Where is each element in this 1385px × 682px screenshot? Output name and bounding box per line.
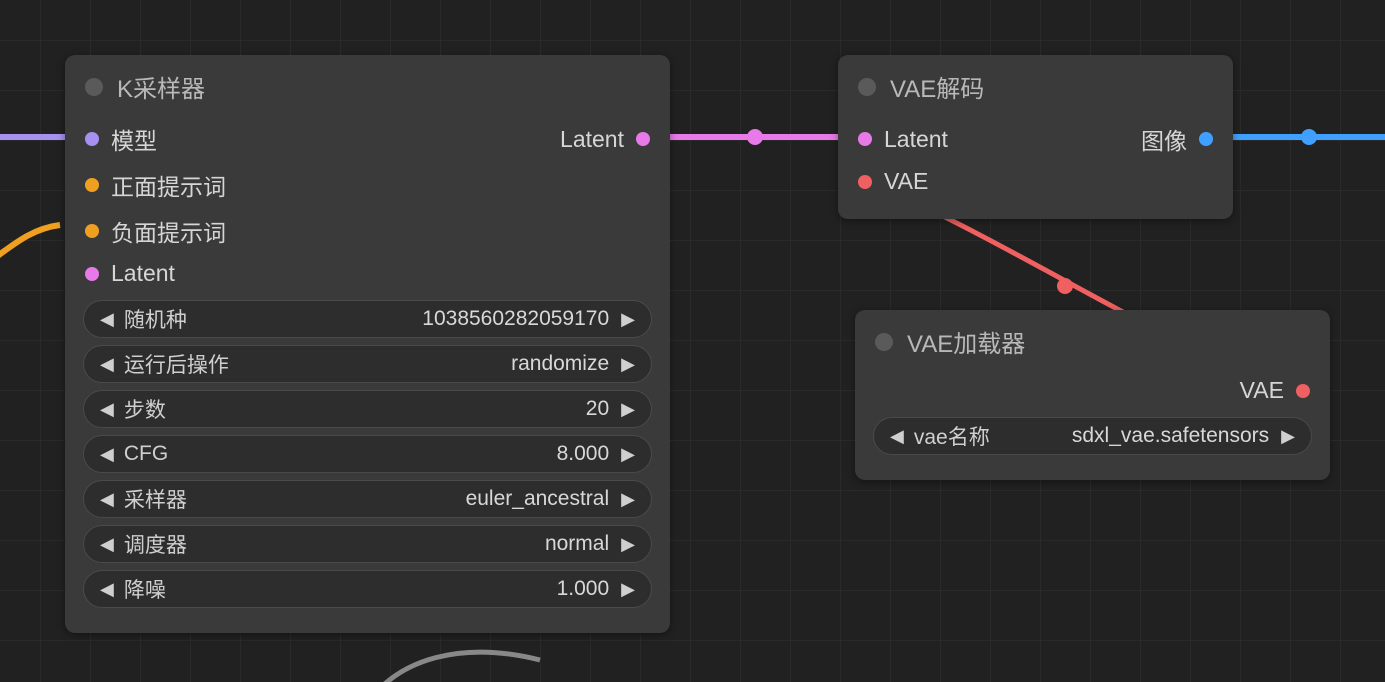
arrow-right-icon[interactable]: ▶ <box>615 534 641 555</box>
arrow-left-icon[interactable]: ◀ <box>884 426 910 447</box>
status-dot-icon <box>85 78 103 96</box>
output-label-vae: VAE <box>1240 377 1284 404</box>
arrow-left-icon[interactable]: ◀ <box>94 579 120 600</box>
input-label-vae: VAE <box>884 168 928 195</box>
status-dot-icon <box>858 78 876 96</box>
arrow-right-icon[interactable]: ▶ <box>615 309 641 330</box>
widget-label: 调度器 <box>124 529 187 559</box>
node-header[interactable]: VAE加载器 <box>855 310 1330 367</box>
widget-value[interactable]: 20 <box>166 397 609 421</box>
arrow-right-icon[interactable]: ▶ <box>1275 426 1301 447</box>
node-title: VAE加载器 <box>907 324 1025 359</box>
port-in-latent[interactable] <box>858 132 872 146</box>
arrow-left-icon[interactable]: ◀ <box>94 489 120 510</box>
arrow-left-icon[interactable]: ◀ <box>94 444 120 465</box>
arrow-left-icon[interactable]: ◀ <box>94 354 120 375</box>
output-label-latent: Latent <box>560 126 624 153</box>
widget-denoise[interactable]: ◀ 降噪 1.000 ▶ <box>83 570 652 608</box>
wire-dot-latent <box>747 129 763 145</box>
arrow-left-icon[interactable]: ◀ <box>94 309 120 330</box>
widget-sampler[interactable]: ◀ 采样器 euler_ancestral ▶ <box>83 480 652 518</box>
port-in-vae[interactable] <box>858 175 872 189</box>
widget-value[interactable]: sdxl_vae.safetensors <box>990 424 1269 448</box>
arrow-right-icon[interactable]: ▶ <box>615 444 641 465</box>
widget-label: 降噪 <box>124 574 166 604</box>
input-label-latent: Latent <box>111 260 175 287</box>
widget-label: vae名称 <box>914 421 990 451</box>
wire-dot-image <box>1301 129 1317 145</box>
widget-label: 步数 <box>124 394 166 424</box>
input-label-latent: Latent <box>884 126 948 153</box>
arrow-right-icon[interactable]: ▶ <box>615 489 641 510</box>
arrow-right-icon[interactable]: ▶ <box>615 399 641 420</box>
node-ksampler[interactable]: K采样器 模型 Latent 正面提示词 负面提示词 <box>65 55 670 633</box>
widget-value[interactable]: 1038560282059170 <box>187 307 609 331</box>
wire-dot-vae <box>1057 278 1073 294</box>
widget-label: CFG <box>124 442 168 466</box>
arrow-left-icon[interactable]: ◀ <box>94 534 120 555</box>
widget-label: 随机种 <box>124 304 187 334</box>
input-label-positive: 正面提示词 <box>111 168 226 202</box>
port-out-image[interactable] <box>1199 132 1213 146</box>
port-out-vae[interactable] <box>1296 384 1310 398</box>
node-vaeloader[interactable]: VAE加载器 VAE ◀ vae名称 sdxl_vae.safetensors … <box>855 310 1330 480</box>
widget-cfg[interactable]: ◀ CFG 8.000 ▶ <box>83 435 652 473</box>
widget-label: 采样器 <box>124 484 187 514</box>
input-label-model: 模型 <box>111 122 157 156</box>
port-in-latent[interactable] <box>85 267 99 281</box>
widget-vae-name[interactable]: ◀ vae名称 sdxl_vae.safetensors ▶ <box>873 417 1312 455</box>
widget-value[interactable]: 8.000 <box>168 442 609 466</box>
node-title: VAE解码 <box>890 69 984 104</box>
port-in-model[interactable] <box>85 132 99 146</box>
status-dot-icon <box>875 333 893 351</box>
widget-label: 运行后操作 <box>124 349 229 379</box>
node-title: K采样器 <box>117 69 205 104</box>
output-label-image: 图像 <box>1141 122 1187 156</box>
widget-value[interactable]: euler_ancestral <box>187 487 609 511</box>
port-in-negative[interactable] <box>85 224 99 238</box>
widget-after[interactable]: ◀ 运行后操作 randomize ▶ <box>83 345 652 383</box>
arrow-right-icon[interactable]: ▶ <box>615 579 641 600</box>
port-out-latent[interactable] <box>636 132 650 146</box>
node-header[interactable]: VAE解码 <box>838 55 1233 112</box>
node-vaedecode[interactable]: VAE解码 Latent 图像 VAE <box>838 55 1233 219</box>
widget-steps[interactable]: ◀ 步数 20 ▶ <box>83 390 652 428</box>
widget-scheduler[interactable]: ◀ 调度器 normal ▶ <box>83 525 652 563</box>
widget-value[interactable]: normal <box>187 532 609 556</box>
widget-seed[interactable]: ◀ 随机种 1038560282059170 ▶ <box>83 300 652 338</box>
input-label-negative: 负面提示词 <box>111 214 226 248</box>
port-in-positive[interactable] <box>85 178 99 192</box>
arrow-left-icon[interactable]: ◀ <box>94 399 120 420</box>
node-header[interactable]: K采样器 <box>65 55 670 112</box>
widget-value[interactable]: randomize <box>229 352 609 376</box>
arrow-right-icon[interactable]: ▶ <box>615 354 641 375</box>
widget-value[interactable]: 1.000 <box>166 577 609 601</box>
